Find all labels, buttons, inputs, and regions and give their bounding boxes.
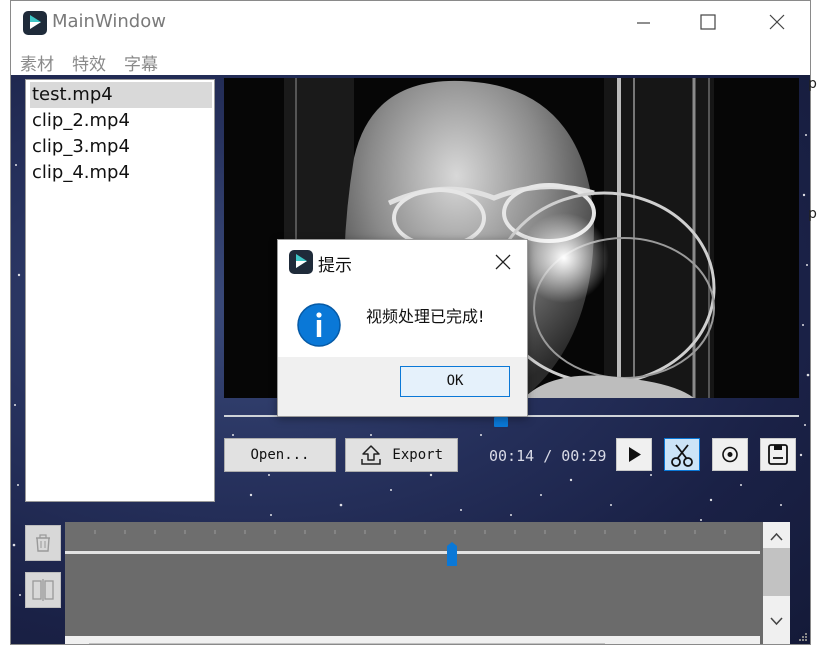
record-icon	[722, 446, 738, 463]
progress-slider-handle[interactable]	[494, 417, 508, 427]
timeline-playhead[interactable]	[445, 542, 459, 566]
maximize-button[interactable]	[688, 9, 728, 37]
timeline[interactable]	[65, 522, 790, 644]
cut-button[interactable]	[664, 438, 700, 471]
split-icon	[32, 579, 54, 601]
dialog-message: 视频处理已完成!	[366, 307, 485, 326]
dialog-close-button[interactable]	[489, 250, 517, 274]
list-item[interactable]: clip_2.mp4	[30, 108, 212, 134]
close-button[interactable]	[756, 9, 796, 37]
timeline-track-line	[65, 551, 760, 554]
menu-item-materials[interactable]: 素材	[20, 50, 54, 75]
app-logo-icon	[23, 11, 47, 35]
menu-item-effects[interactable]: 特效	[72, 50, 106, 75]
ok-button-label: OK	[446, 373, 464, 389]
scroll-up-icon	[770, 532, 783, 541]
dialog-title: 提示	[318, 256, 352, 276]
scissors-icon	[671, 444, 693, 467]
resize-grip-icon[interactable]	[798, 632, 808, 642]
edge-text: p	[808, 76, 817, 92]
dialog-footer: OK	[278, 357, 527, 416]
dialog-app-logo-icon	[289, 250, 313, 274]
list-item[interactable]: clip_4.mp4	[30, 160, 212, 186]
open-button[interactable]: Open...	[224, 438, 336, 472]
message-dialog: 提示 视频处理已完成! OK	[277, 239, 528, 417]
export-icon	[361, 445, 381, 465]
menu-item-subtitles[interactable]: 字幕	[124, 50, 158, 75]
split-button[interactable]	[25, 572, 61, 608]
delete-button[interactable]	[25, 525, 61, 561]
timeline-ruler	[65, 522, 760, 550]
total-time: 00:29	[561, 447, 607, 465]
timeline-vertical-scrollbar[interactable]	[763, 522, 790, 644]
play-button[interactable]	[616, 438, 652, 471]
trash-icon	[36, 534, 50, 552]
save-button[interactable]	[760, 438, 796, 471]
info-icon	[296, 302, 342, 348]
open-button-label: Open...	[250, 447, 310, 463]
record-button[interactable]	[712, 438, 748, 471]
window-title: MainWindow	[52, 11, 166, 32]
list-item[interactable]: clip_3.mp4	[30, 134, 212, 160]
export-button[interactable]: Export	[345, 438, 458, 472]
scroll-down-icon	[770, 617, 783, 626]
title-bar: MainWindow	[11, 1, 810, 45]
time-separator: /	[543, 447, 553, 465]
minimize-button[interactable]	[623, 9, 663, 37]
menu-bar: 素材 特效 字幕	[11, 45, 810, 75]
play-icon	[629, 447, 641, 462]
export-button-label: Export	[392, 447, 443, 463]
time-display: 00:14 / 00:29	[489, 447, 606, 465]
edge-text: p	[808, 206, 817, 222]
current-time: 00:14	[489, 447, 535, 465]
close-icon	[495, 254, 511, 270]
file-list[interactable]: test.mp4 clip_2.mp4 clip_3.mp4 clip_4.mp…	[25, 79, 215, 502]
timeline-horizontal-scrollbar[interactable]	[65, 636, 760, 644]
list-item[interactable]: test.mp4	[30, 82, 212, 108]
save-icon	[768, 444, 788, 465]
ok-button[interactable]: OK	[400, 366, 510, 397]
scroll-thumb	[763, 548, 790, 596]
